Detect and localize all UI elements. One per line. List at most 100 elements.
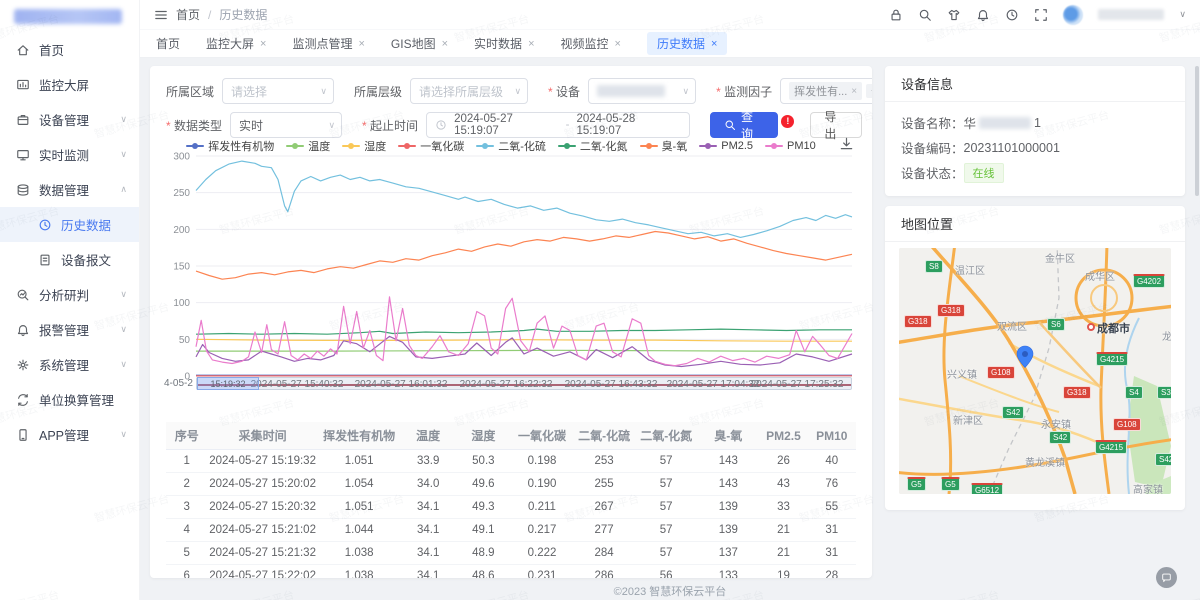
bell-icon: [16, 323, 30, 337]
table-cell: 26: [759, 455, 807, 467]
close-icon[interactable]: ×: [528, 38, 534, 50]
search-button[interactable]: 查询: [710, 112, 778, 138]
theme-icon[interactable]: [947, 8, 961, 22]
table-cell: 2024-05-27 15:20:32: [207, 501, 317, 513]
table-cell: 1: [166, 455, 207, 467]
table-row: 52024-05-27 15:21:321.03834.148.90.22228…: [166, 542, 856, 565]
chevron-down-icon: ∨: [320, 86, 327, 97]
breadcrumb-current: 历史数据: [219, 6, 267, 23]
sidebar-item-10[interactable]: 单位换算管理: [0, 382, 139, 417]
column-header: 采集时间: [207, 427, 317, 444]
x-axis-label: 2024-05-27 16:01:32: [355, 379, 448, 390]
close-icon[interactable]: ×: [711, 38, 717, 50]
table-cell: 31: [808, 547, 856, 559]
device-select[interactable]: ∨: [588, 78, 696, 104]
table-cell: 49.6: [456, 478, 511, 490]
sidebar-item-1[interactable]: 监控大屏: [0, 67, 139, 102]
tab-3[interactable]: GIS地图×: [391, 35, 448, 52]
close-icon[interactable]: ×: [615, 38, 621, 50]
close-icon[interactable]: ×: [851, 86, 857, 97]
tab-1[interactable]: 监控大屏×: [206, 35, 266, 52]
filter-row-1: 所属区域 请选择∨ 所属层级 请选择所属层级∨ 设备 ∨ 监测因子 挥发性有..…: [166, 78, 862, 104]
table-cell: 1.038: [318, 570, 401, 578]
tab-2[interactable]: 监测点管理×: [292, 35, 364, 52]
date-range-picker[interactable]: 2024-05-27 15:19:07 - 2024-05-28 15:19:0…: [426, 112, 690, 138]
monitor-icon: [16, 148, 30, 162]
legend-marker: [186, 145, 204, 147]
main-panel: 所属区域 请选择∨ 所属层级 请选择所属层级∨ 设备 ∨ 监测因子 挥发性有..…: [150, 66, 872, 578]
close-icon[interactable]: ×: [260, 38, 266, 50]
chevron-down-icon[interactable]: ∨: [1179, 9, 1186, 20]
avatar[interactable]: [1063, 5, 1083, 25]
column-header: 一氧化碳: [511, 427, 573, 444]
app-icon: [16, 428, 30, 442]
map[interactable]: 温江区金牛区成华区双流区成都市龙兴义镇新津区永安镇黄龙溪镇高家镇S8G4202G…: [899, 248, 1171, 494]
x-axis-label: 2024-05-27 17:25:32: [751, 379, 844, 390]
tab-6[interactable]: 历史数据×: [647, 32, 727, 55]
sidebar-item-2[interactable]: 设备管理∨: [0, 102, 139, 137]
sidebar-item-8[interactable]: 报警管理∨: [0, 312, 139, 347]
sidebar-item-3[interactable]: 实时监测∨: [0, 137, 139, 172]
table-cell: 139: [697, 524, 759, 536]
dtype-select[interactable]: 实时∨: [230, 112, 342, 138]
breadcrumb-home[interactable]: 首页: [176, 6, 200, 23]
map-label: 双流区: [997, 318, 1027, 333]
sidebar-item-7[interactable]: 分析研判∨: [0, 277, 139, 312]
table-cell: 0.211: [511, 501, 573, 513]
table-cell: 40: [808, 455, 856, 467]
fullscreen-icon[interactable]: [1034, 8, 1048, 22]
sidebar-item-4[interactable]: 数据管理∧: [0, 172, 139, 207]
table-row: 12024-05-27 15:19:321.05133.950.30.19825…: [166, 450, 856, 473]
area-select[interactable]: 请选择∨: [222, 78, 334, 104]
tab-5[interactable]: 视频监控×: [561, 35, 621, 52]
road-badge: G318: [1063, 386, 1091, 399]
data-icon: [16, 183, 30, 197]
table-cell: 48.6: [456, 570, 511, 578]
lock-icon[interactable]: [889, 8, 903, 22]
svg-text:50: 50: [179, 335, 191, 346]
time-icon[interactable]: [1005, 8, 1019, 22]
tab-4[interactable]: 实时数据×: [474, 35, 534, 52]
search-icon[interactable]: [918, 8, 932, 22]
close-icon[interactable]: ×: [358, 38, 364, 50]
scrollbar-thumb[interactable]: [1195, 66, 1199, 196]
map-label: 高家镇: [1133, 481, 1163, 494]
road-badge: G4202: [1133, 274, 1165, 288]
device-value-redacted: [597, 85, 665, 97]
search-icon: [724, 119, 736, 131]
datazoom-window[interactable]: 15:19:32: [197, 377, 259, 390]
sidebar-item-0[interactable]: 首页: [0, 32, 139, 67]
legend-marker: [476, 145, 494, 147]
level-select[interactable]: 请选择所属层级∨: [410, 78, 528, 104]
map-label: 成华区: [1085, 268, 1115, 283]
table-cell: 34.1: [401, 547, 456, 559]
table-cell: 55: [808, 501, 856, 513]
column-header: 序号: [166, 427, 207, 444]
table-cell: 34.0: [401, 478, 456, 490]
column-header: 二氧-化氮: [635, 427, 697, 444]
bell-icon[interactable]: [976, 8, 990, 22]
sidebar-item-9[interactable]: 系统管理∨: [0, 347, 139, 382]
table-cell: 57: [635, 501, 697, 513]
chat-fab-button[interactable]: [1156, 567, 1177, 588]
city-marker: [1088, 324, 1094, 330]
close-icon[interactable]: ×: [442, 38, 448, 50]
road-badge: S8: [925, 260, 943, 273]
topbar: 首页 / 历史数据 ∨: [140, 0, 1200, 30]
line-chart[interactable]: 050100150200250300: [166, 150, 856, 380]
sidebar-item-5[interactable]: 历史数据: [0, 207, 139, 242]
factor-select[interactable]: 挥发性有...× +8 ∨: [780, 78, 872, 104]
sidebar-item-6[interactable]: 设备报文: [0, 242, 139, 277]
legend-marker: [286, 145, 304, 147]
status-badge: 在线: [964, 163, 1004, 183]
table-cell: 57: [635, 547, 697, 559]
download-icon[interactable]: [839, 136, 854, 151]
sidebar-item-11[interactable]: APP管理∨: [0, 417, 139, 452]
screen-icon: [16, 78, 30, 92]
export-button[interactable]: 导出: [810, 112, 862, 138]
datazoom-slider[interactable]: 15:19:32 2024-05-27 15:40:322024-05-27 1…: [196, 377, 852, 390]
tab-0[interactable]: 首页: [156, 35, 180, 52]
table-cell: 133: [697, 570, 759, 578]
menu-collapse-icon[interactable]: [154, 8, 168, 22]
table-cell: 34.1: [401, 501, 456, 513]
